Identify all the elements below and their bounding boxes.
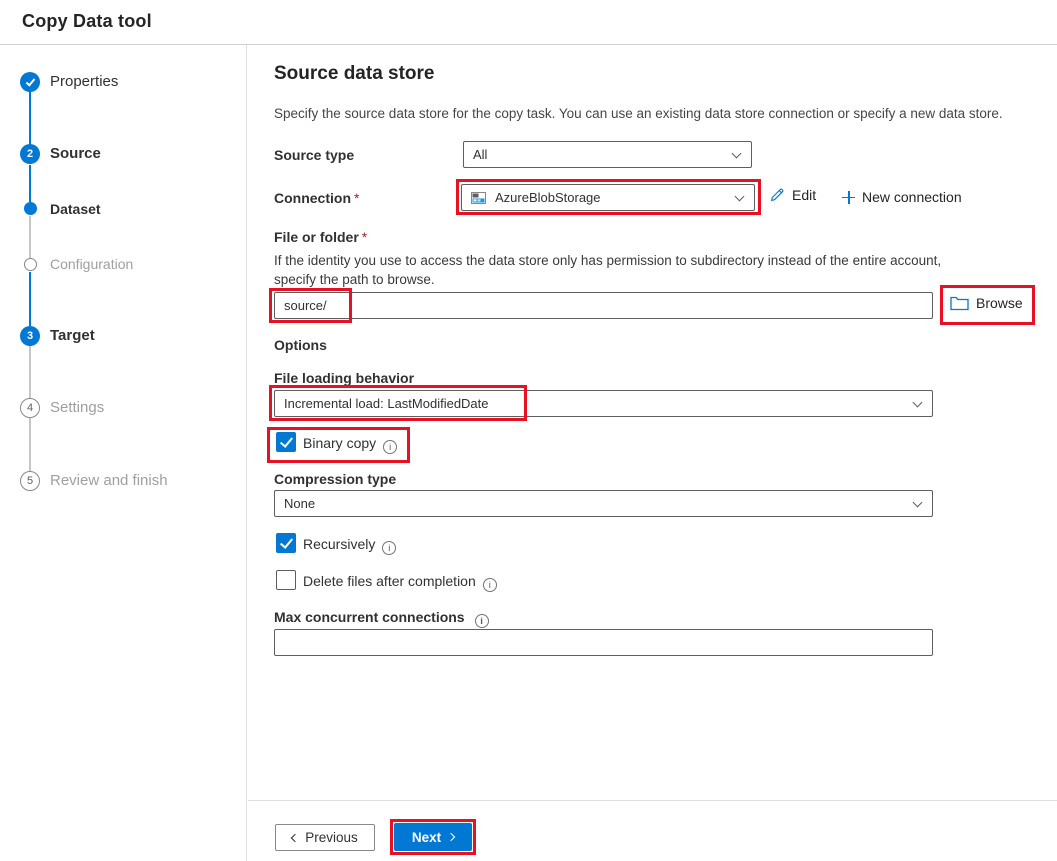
new-connection-link[interactable]: New connection (842, 189, 962, 205)
folder-icon (950, 296, 969, 310)
file-or-folder-description: If the identity you use to access the da… (274, 253, 942, 287)
info-icon[interactable]: i (474, 614, 489, 628)
step-connector (29, 418, 31, 471)
max-concurrent-label: Max concurrent connections i (274, 609, 489, 628)
source-type-dropdown[interactable]: All (463, 141, 752, 168)
step-number-badge: 2 (20, 144, 40, 164)
step-label: Review and finish (50, 472, 168, 489)
compression-type-label: Compression type (274, 471, 397, 487)
step-label: Configuration (50, 256, 134, 272)
connection-label: Connection * (274, 190, 360, 206)
connection-value: AzureBlobStorage (495, 190, 601, 205)
step-number-badge: 4 (20, 398, 40, 418)
step-label: Settings (50, 399, 105, 416)
chevron-right-icon (446, 832, 456, 842)
max-concurrent-input[interactable] (274, 629, 933, 656)
wizard-sidebar: Properties 2 Source Dataset Configuratio… (0, 45, 247, 861)
dot-icon (24, 202, 37, 215)
pencil-icon (770, 188, 784, 202)
step-connector (29, 272, 31, 326)
delete-files-label: Delete files after completion i (303, 573, 497, 592)
recursively-label: Recursively i (303, 536, 397, 555)
next-button[interactable]: Next (394, 823, 472, 851)
file-loading-behavior-label: File loading behavior (274, 370, 415, 386)
step-label: Target (50, 327, 95, 344)
step-label: Source (50, 145, 101, 162)
connection-dropdown[interactable]: AzureBlobStorage (461, 184, 755, 211)
edit-label: Edit (792, 187, 817, 203)
delete-files-checkbox[interactable] (276, 570, 296, 590)
chevron-down-icon (912, 497, 923, 508)
previous-button[interactable]: Previous (275, 824, 375, 851)
browse-button[interactable]: Browse (950, 295, 1023, 311)
plus-icon (842, 190, 855, 204)
compression-type-value: None (284, 496, 316, 511)
footer-divider (248, 800, 1057, 801)
required-asterisk: * (361, 229, 368, 245)
binary-copy-label: Binary copy i (303, 435, 398, 454)
file-loading-behavior-dropdown[interactable]: Incremental load: LastModifiedDate (274, 390, 933, 417)
step-label: Properties (50, 73, 119, 90)
step-connector (29, 346, 31, 398)
source-type-label: Source type (274, 147, 355, 163)
file-loading-behavior-value: Incremental load: LastModifiedDate (284, 396, 489, 411)
binary-copy-checkbox[interactable] (276, 432, 296, 452)
browse-label: Browse (976, 295, 1023, 311)
info-icon[interactable]: i (382, 541, 397, 555)
chevron-down-icon (734, 191, 745, 202)
section-description: Specify the source data store for the co… (274, 106, 1003, 121)
chevron-left-icon (290, 833, 300, 842)
copy-data-tool-window: Copy Data tool Properties 2 Source Datas… (0, 0, 1057, 861)
azure-blob-storage-icon (471, 191, 486, 204)
edit-connection-link[interactable]: Edit (769, 187, 816, 203)
header: Copy Data tool (0, 0, 1057, 45)
step-number-badge: 3 (20, 326, 40, 346)
recursively-checkbox[interactable] (276, 533, 296, 553)
new-connection-label: New connection (862, 189, 962, 205)
chevron-down-icon (731, 148, 742, 159)
info-icon[interactable]: i (383, 440, 398, 454)
step-connector (29, 165, 31, 202)
step-connector (29, 216, 31, 258)
source-type-value: All (473, 147, 488, 162)
required-asterisk: * (354, 190, 360, 206)
step-number-badge: 5 (20, 471, 40, 491)
file-or-folder-input[interactable] (274, 292, 933, 319)
step-connector (29, 92, 31, 146)
compression-type-dropdown[interactable]: None (274, 490, 933, 517)
options-heading: Options (274, 337, 327, 353)
file-or-folder-label: File or folder * (274, 229, 368, 245)
circle-icon (24, 258, 37, 271)
chevron-down-icon (912, 397, 923, 408)
check-icon (20, 72, 40, 92)
info-icon[interactable]: i (482, 578, 497, 592)
section-title: Source data store (274, 63, 435, 84)
step-label: Dataset (50, 201, 101, 217)
page-title: Copy Data tool (22, 11, 152, 31)
